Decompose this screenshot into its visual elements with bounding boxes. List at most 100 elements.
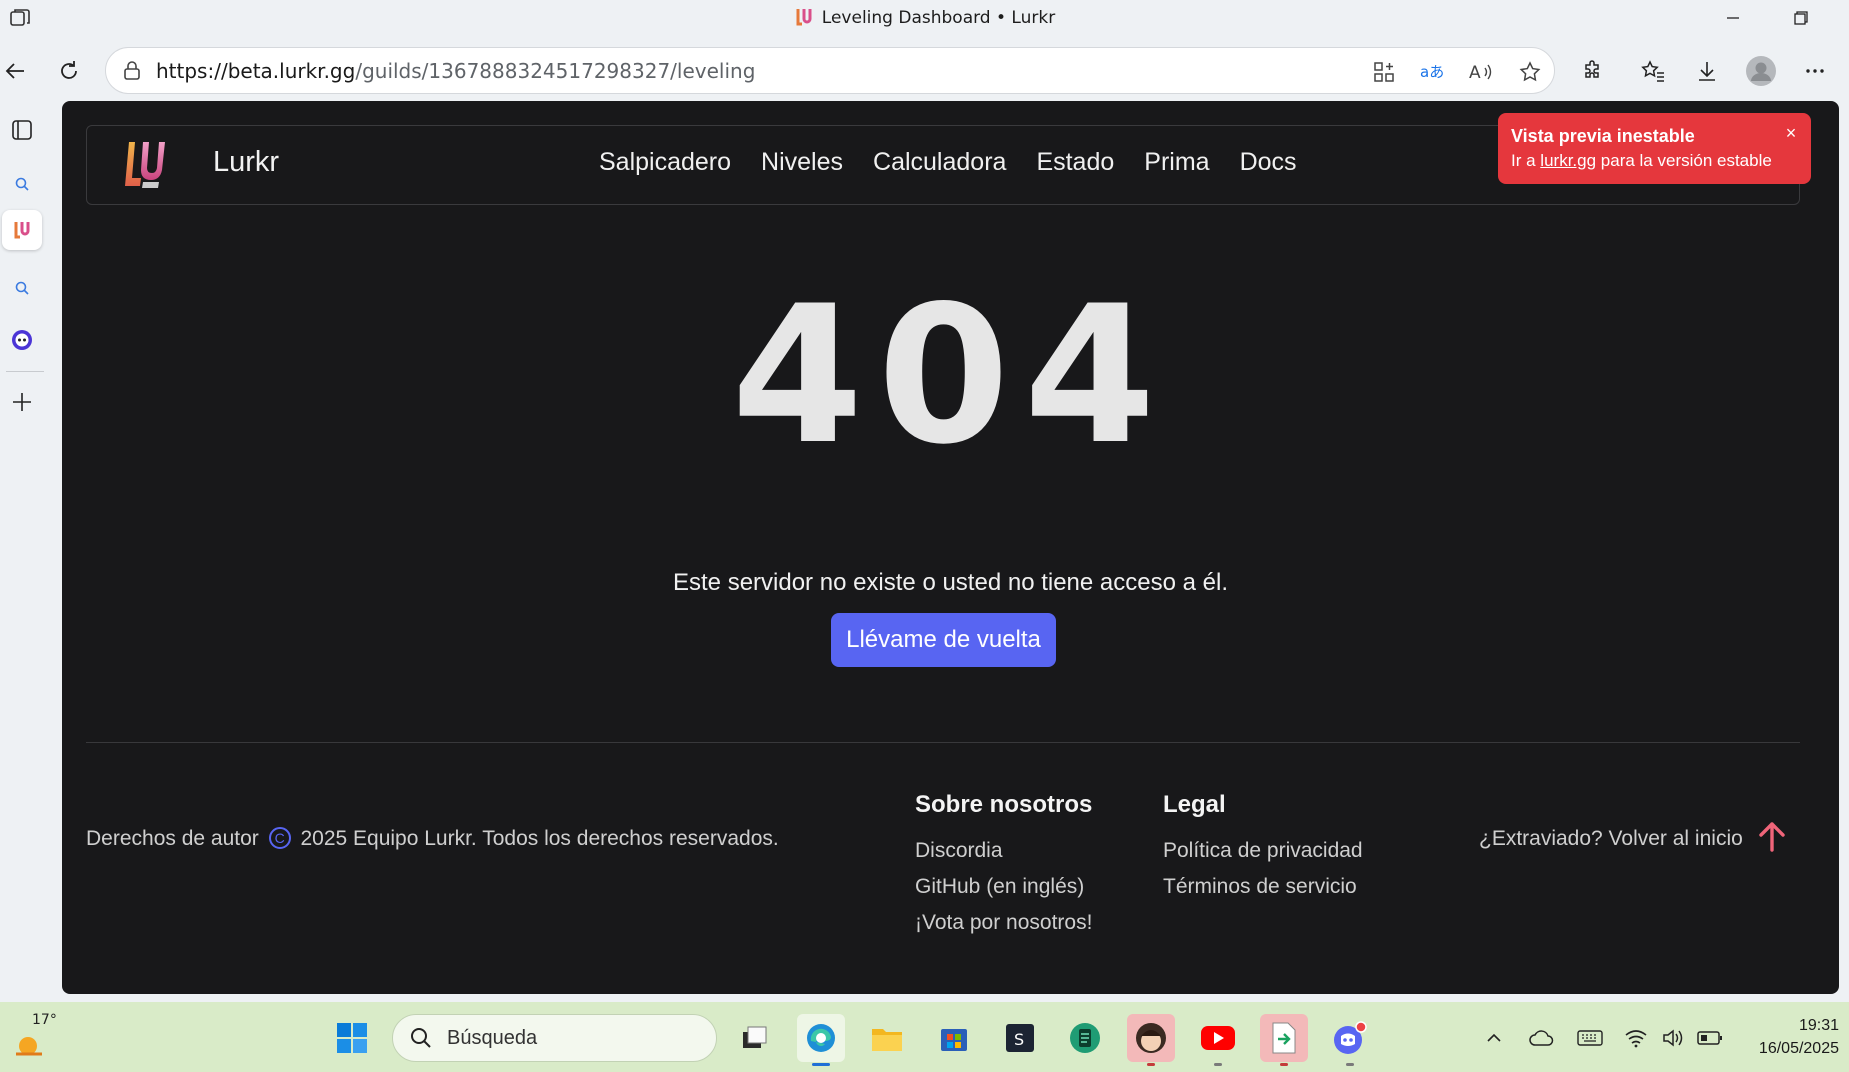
restore-button[interactable]	[1777, 2, 1825, 34]
profile-avatar[interactable]	[1741, 51, 1781, 91]
search-tab-icon-2[interactable]	[2, 268, 42, 308]
new-tab-plus-icon[interactable]	[2, 382, 42, 422]
active-indicator	[812, 1063, 830, 1066]
svg-text:aあ: aあ	[1420, 63, 1444, 81]
clock-time: 19:31	[1798, 1017, 1839, 1034]
site-info-icon[interactable]	[120, 59, 144, 83]
footer-about-column: Sobre nosotros Discordia GitHub (en ingl…	[915, 791, 1092, 941]
copyright-icon: C	[268, 827, 291, 849]
back-arrow-icon[interactable]	[0, 51, 36, 91]
address-bar[interactable]: https://beta.lurkr.gg/guilds/13678883245…	[105, 47, 1555, 94]
toast-body: Ir a lurkr.gg para la versión estable	[1511, 151, 1772, 171]
unstable-preview-toast: Vista previa inestable Ir a lurkr.gg par…	[1498, 113, 1811, 184]
app-s-icon[interactable]: S	[996, 1014, 1044, 1062]
keyboard-icon[interactable]	[1576, 1024, 1604, 1052]
app-indicator	[1147, 1063, 1155, 1066]
weather-temperature: 17°	[32, 1012, 57, 1028]
clock-date: 16/05/2025	[1758, 1040, 1839, 1057]
nav-link-status[interactable]: Estado	[1036, 148, 1114, 177]
copyright-suffix: 2025 Equipo Lurkr. Todos los derechos re…	[300, 827, 779, 850]
svg-text:S: S	[1014, 1030, 1024, 1049]
footer-link-discord[interactable]: Discordia	[915, 833, 1092, 869]
minimize-button[interactable]	[1709, 2, 1757, 34]
refresh-icon[interactable]	[49, 51, 89, 91]
toast-body-suffix: para la versión estable	[1600, 151, 1772, 170]
toast-body-prefix: Ir a	[1511, 151, 1536, 170]
nav-link-levels[interactable]: Niveles	[761, 148, 843, 177]
url-host: https://beta.lurkr.gg	[156, 59, 356, 83]
error-message: Este servidor no existe o usted no tiene…	[673, 569, 1228, 596]
toast-stable-link[interactable]: lurkr.gg	[1540, 151, 1596, 170]
onedrive-cloud-icon[interactable]	[1528, 1024, 1556, 1052]
footer-legal-heading: Legal	[1163, 791, 1226, 818]
svg-text:A: A	[1469, 63, 1481, 83]
bot-tab-icon[interactable]	[2, 320, 42, 360]
copyright-text: Derechos de autor C 2025 Equipo Lurkr. T…	[86, 827, 779, 851]
search-tab-icon[interactable]	[2, 164, 42, 204]
close-icon[interactable]: ×	[1781, 123, 1801, 143]
system-clock[interactable]: 19:31 16/05/2025	[1759, 1014, 1839, 1060]
start-windows-icon[interactable]	[328, 1014, 376, 1062]
app-indicator	[1214, 1063, 1222, 1066]
edge-browser-icon[interactable]	[797, 1014, 845, 1066]
lurkr-favicon-icon	[794, 7, 814, 27]
weather-widget[interactable]: 17°	[10, 1012, 64, 1064]
extensions-icon[interactable]	[1573, 51, 1613, 91]
browser-toolbar: https://beta.lurkr.gg/guilds/13678883245…	[0, 36, 1849, 106]
arrow-up-icon	[1755, 819, 1789, 859]
anime-avatar-app-icon[interactable]	[1127, 1014, 1175, 1066]
footer-legal-column: Legal Política de privacidad Términos de…	[1163, 791, 1363, 905]
footer-link-github[interactable]: GitHub (en inglés)	[915, 869, 1092, 905]
task-view-icon[interactable]	[730, 1014, 778, 1062]
nav-link-premium[interactable]: Prima	[1144, 148, 1209, 177]
lurkr-tab-icon[interactable]	[2, 210, 42, 250]
window-title: Leveling Dashboard • Lurkr	[0, 7, 1849, 28]
search-icon	[411, 1028, 431, 1048]
nav-link-dashboard[interactable]: Salpicadero	[599, 148, 731, 177]
wifi-icon[interactable]	[1622, 1024, 1650, 1052]
take-me-back-button[interactable]: Llévame de vuelta	[831, 613, 1056, 667]
site-name[interactable]: Lurkr	[213, 146, 279, 179]
volume-icon[interactable]	[1660, 1024, 1688, 1052]
favorite-star-icon[interactable]	[1516, 58, 1544, 86]
toast-title: Vista previa inestable	[1511, 126, 1695, 146]
file-explorer-icon[interactable]	[863, 1014, 911, 1062]
translate-icon[interactable]: aあ	[1418, 58, 1446, 86]
taskbar-search-box[interactable]: Búsqueda	[392, 1014, 717, 1062]
app-indicator	[1280, 1063, 1288, 1066]
sidebar-divider	[6, 371, 44, 372]
back-to-top-link[interactable]: ¿Extraviado? Volver al inicio	[1479, 819, 1789, 859]
battery-icon[interactable]	[1696, 1024, 1724, 1052]
sun-icon	[16, 1037, 42, 1056]
chevron-up-icon[interactable]	[1480, 1024, 1508, 1052]
nav-link-docs[interactable]: Docs	[1240, 148, 1297, 177]
youtube-icon[interactable]	[1194, 1014, 1242, 1066]
taskbar-search-placeholder: Búsqueda	[447, 1027, 538, 1049]
document-app-icon[interactable]	[1260, 1014, 1308, 1066]
windows-taskbar: 17° Búsqueda S 19:31 16/05/2025	[0, 1002, 1849, 1072]
edge-vertical-sidebar	[0, 106, 44, 1002]
favorites-icon[interactable]	[1633, 51, 1673, 91]
footer-about-heading: Sobre nosotros	[915, 791, 1093, 818]
footer-divider	[86, 742, 1800, 743]
notes-app-icon[interactable]	[1061, 1014, 1109, 1062]
url-text[interactable]: https://beta.lurkr.gg/guilds/13678883245…	[156, 59, 755, 83]
lurkr-logo-icon[interactable]	[123, 138, 167, 192]
site-navigation: Salpicadero Niveles Calculadora Estado P…	[599, 148, 1297, 177]
read-aloud-icon[interactable]: A	[1467, 58, 1495, 86]
title-bar: Leveling Dashboard • Lurkr	[0, 0, 1849, 36]
footer-link-privacy[interactable]: Política de privacidad	[1163, 833, 1363, 869]
microsoft-store-icon[interactable]	[930, 1014, 978, 1062]
window-title-text: Leveling Dashboard • Lurkr	[821, 8, 1056, 28]
tab-panel-icon[interactable]	[2, 110, 42, 150]
footer-link-terms[interactable]: Términos de servicio	[1163, 869, 1363, 905]
error-code: 404	[731, 265, 1170, 486]
downloads-icon[interactable]	[1687, 51, 1727, 91]
back-to-top-label: ¿Extraviado? Volver al inicio	[1479, 827, 1743, 850]
footer-link-vote[interactable]: ¡Vota por nosotros!	[915, 905, 1092, 941]
nav-link-calculator[interactable]: Calculadora	[873, 148, 1006, 177]
discord-icon[interactable]	[1326, 1014, 1374, 1066]
more-menu-icon[interactable]	[1795, 51, 1835, 91]
app-available-icon[interactable]	[1370, 58, 1398, 86]
copyright-prefix: Derechos de autor	[86, 827, 259, 850]
